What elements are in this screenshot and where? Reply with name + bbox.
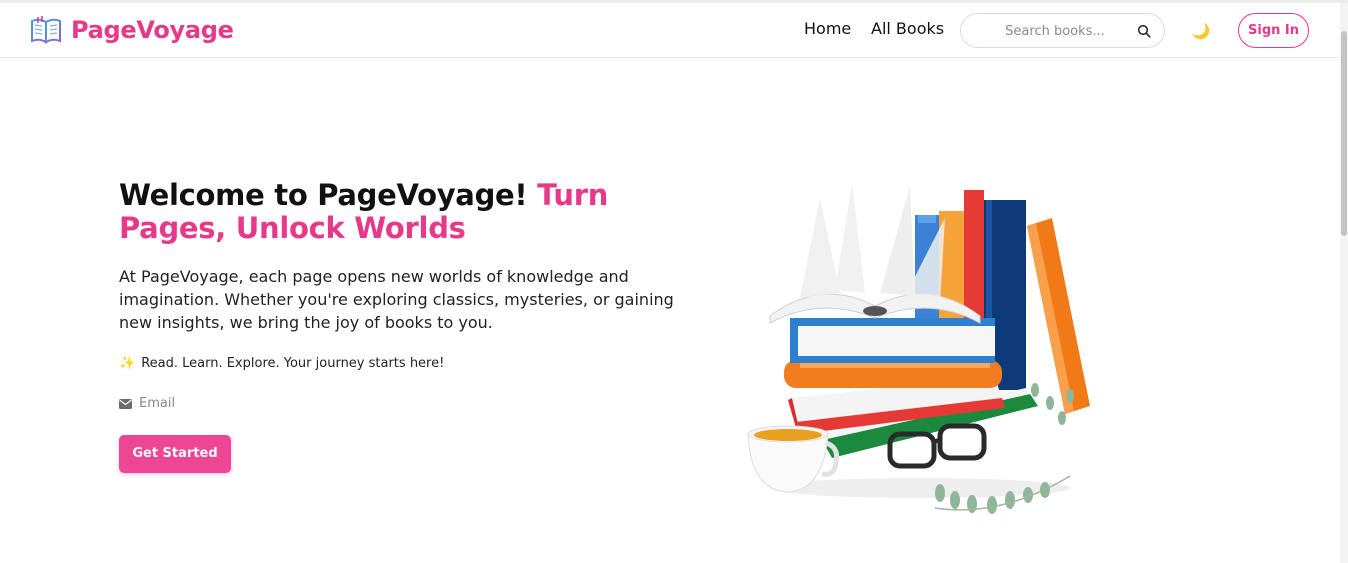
hero-description: At PageVoyage, each page opens new world… <box>119 267 674 332</box>
hero-tagline-text: Read. Learn. Explore. Your journey start… <box>141 356 445 371</box>
search-box <box>960 13 1165 48</box>
hero-title: Welcome to PageVoyage! Turn Pages, Unloc… <box>119 179 689 245</box>
mail-icon <box>119 398 132 409</box>
page-scrollbar[interactable] <box>1340 3 1348 563</box>
search-icon[interactable] <box>1137 24 1151 38</box>
hero-tagline: ✨ Read. Learn. Explore. Your journey sta… <box>119 356 689 371</box>
email-field-row <box>119 396 689 411</box>
search-input[interactable] <box>975 22 1135 40</box>
hero-section: Welcome to PageVoyage! Turn Pages, Unloc… <box>119 179 689 473</box>
books-illustration <box>747 183 1090 514</box>
nav-link-home[interactable]: Home <box>804 19 851 38</box>
get-started-button[interactable]: Get Started <box>119 435 231 473</box>
brand-name: PageVoyage <box>71 16 234 44</box>
sparkle-icon: ✨ <box>119 356 136 371</box>
hero-title-main: Welcome to PageVoyage! <box>119 178 538 212</box>
brand-logo[interactable]: PageVoyage <box>29 13 234 47</box>
open-book-icon <box>31 16 61 44</box>
moon-icon[interactable]: 🌙 <box>1189 19 1213 43</box>
email-input[interactable] <box>139 396 339 411</box>
nav-link-all-books[interactable]: All Books <box>871 19 944 38</box>
navbar: PageVoyage Home All Books 🌙 Sign In <box>0 3 1340 58</box>
scrollbar-thumb[interactable] <box>1341 31 1347 236</box>
sign-in-button[interactable]: Sign In <box>1238 13 1309 48</box>
